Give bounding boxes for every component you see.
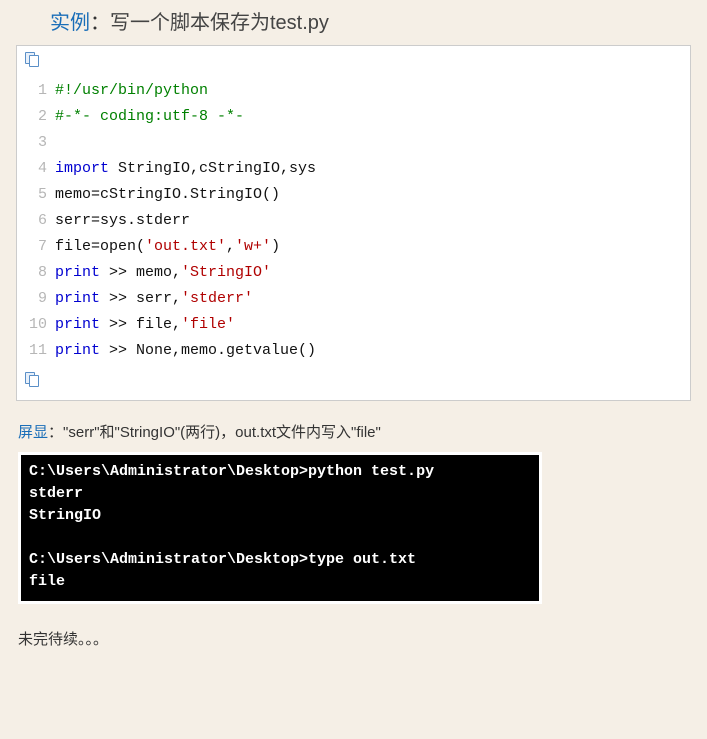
line-number: 6	[27, 208, 47, 234]
terminal-line: stderr	[29, 483, 531, 505]
code-line: print >> None,memo.getvalue()	[55, 338, 316, 364]
terminal-line: file	[29, 571, 531, 593]
example-header: 实例：写一个脚本保存为test.py	[0, 0, 707, 45]
code-body: 1234567891011 #!/usr/bin/python#-*- codi…	[17, 74, 690, 368]
output-text: "serr"和"StringIO"(两行)，out.txt文件内写入"file"	[63, 424, 381, 441]
line-number: 3	[27, 130, 47, 156]
line-number: 7	[27, 234, 47, 260]
code-tools-top	[17, 46, 690, 74]
line-number: 8	[27, 260, 47, 286]
code-line: #-*- coding:utf-8 -*-	[55, 104, 316, 130]
output-caption: 屏显："serr"和"StringIO"(两行)，out.txt文件内写入"fi…	[0, 417, 707, 452]
line-number: 10	[27, 312, 47, 338]
code-lines: #!/usr/bin/python#-*- coding:utf-8 -*- i…	[55, 78, 326, 364]
code-line	[55, 130, 316, 156]
code-line: print >> serr,'stderr'	[55, 286, 316, 312]
code-tools-bottom	[17, 368, 690, 400]
code-line: file=open('out.txt','w+')	[55, 234, 316, 260]
output-label: 屏显	[18, 424, 48, 441]
line-number: 2	[27, 104, 47, 130]
line-number: 5	[27, 182, 47, 208]
code-line: import StringIO,cStringIO,sys	[55, 156, 316, 182]
terminal-line: StringIO	[29, 505, 531, 527]
terminal-output: C:\Users\Administrator\Desktop>python te…	[18, 452, 542, 604]
code-line: print >> file,'file'	[55, 312, 316, 338]
terminal-line: C:\Users\Administrator\Desktop>python te…	[29, 461, 531, 483]
footnote: 未完待续。。。	[0, 614, 707, 663]
line-number: 1	[27, 78, 47, 104]
terminal-line	[29, 527, 531, 549]
copy-icon[interactable]	[25, 52, 41, 68]
header-title: 写一个脚本保存为test.py	[110, 12, 329, 34]
terminal-line: C:\Users\Administrator\Desktop>type out.…	[29, 549, 531, 571]
copy-icon[interactable]	[25, 372, 41, 388]
code-line: memo=cStringIO.StringIO()	[55, 182, 316, 208]
header-separator: ：	[90, 12, 110, 34]
code-line: print >> memo,'StringIO'	[55, 260, 316, 286]
line-number: 9	[27, 286, 47, 312]
code-gutter: 1234567891011	[17, 78, 55, 364]
line-number: 11	[27, 338, 47, 364]
code-block: 1234567891011 #!/usr/bin/python#-*- codi…	[16, 45, 691, 401]
code-line: serr=sys.stderr	[55, 208, 316, 234]
header-label: 实例	[50, 12, 90, 34]
output-separator: ：	[48, 424, 63, 441]
code-line: #!/usr/bin/python	[55, 78, 316, 104]
line-number: 4	[27, 156, 47, 182]
